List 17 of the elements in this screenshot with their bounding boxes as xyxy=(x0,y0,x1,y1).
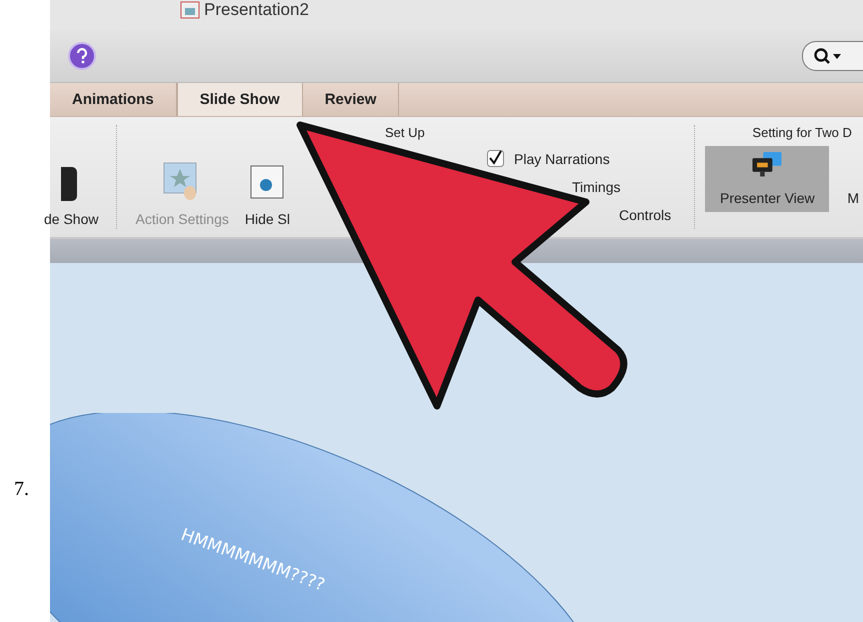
display-button[interactable]: Presenter View xyxy=(705,146,830,212)
group-title: Setting for Two D xyxy=(752,125,852,140)
search-icon[interactable] xyxy=(802,41,863,71)
ribbon-tab[interactable]: Review xyxy=(302,83,400,116)
option-label: Timings xyxy=(572,179,622,195)
window-title: Presentation2 xyxy=(204,0,309,20)
step-number: 7. xyxy=(14,478,29,501)
display-button[interactable]: M xyxy=(843,146,863,212)
option-label: Play Narrations xyxy=(514,150,610,166)
ribbon-button[interactable]: de Show xyxy=(44,117,106,237)
slide-icon xyxy=(250,165,284,201)
ribbon-tab[interactable]: Slide Show xyxy=(176,83,303,116)
help-icon[interactable] xyxy=(68,42,96,70)
option-label: Controls xyxy=(619,207,672,223)
checkbox[interactable] xyxy=(487,150,504,167)
ribbon-button[interactable]: Hide Sl xyxy=(236,117,298,237)
group-title: Set Up xyxy=(385,125,425,140)
